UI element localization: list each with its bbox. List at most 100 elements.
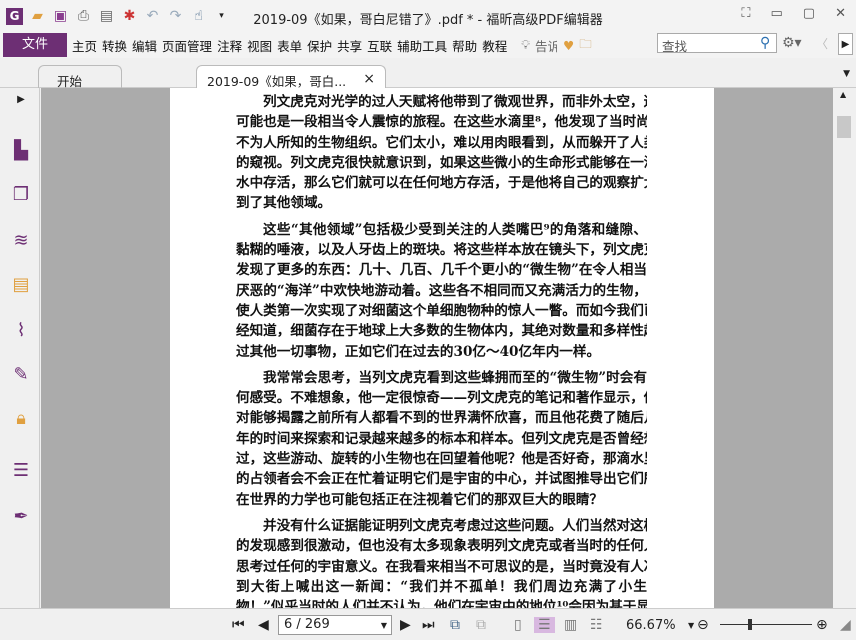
maximize-icon[interactable]: ▢ — [803, 6, 815, 21]
page-number: 6 / 269 — [284, 617, 330, 632]
layers-icon[interactable]: ≋ — [10, 230, 32, 252]
text-line: 的占领者会不会正在忙着证明它们是宇宙的中心，并试图推导出它们所 — [236, 471, 647, 488]
text-line: 不为人所知的生物组织。它们太小，难以用肉眼看到，从而躲开了人类 — [236, 134, 647, 151]
paragraph: 我常常会思考，当列文虎克看到这些蜂拥而至的“微生物”时会有何感受。不难想象，他一… — [236, 368, 647, 510]
menu-protect[interactable]: 保护 — [307, 36, 332, 55]
fullscreen-icon[interactable]: ⛶ — [741, 6, 750, 21]
text-line: 可能也是一段相当令人震惊的旅程。在这些水滴里⁸，他发现了当时尚 — [236, 114, 647, 131]
menu-convert[interactable]: 转换 — [102, 36, 127, 55]
text-line: 年的时间来探索和记录越来越多的标本和样本。但列文虎克是否曾经想 — [236, 430, 647, 447]
menu-view[interactable]: 视图 — [247, 36, 272, 55]
lightbulb-icon[interactable]: 💡︎ — [521, 37, 530, 53]
next-view-icon[interactable]: ⧉ — [476, 617, 486, 633]
zoom-in-icon[interactable]: ⊕ — [816, 617, 828, 633]
scroll-up-icon[interactable]: ▲ — [840, 90, 846, 99]
comments-icon[interactable]: ▤ — [10, 274, 32, 296]
file-menu[interactable]: 文件 — [3, 33, 67, 57]
next-page-icon[interactable]: ▶ — [400, 617, 411, 633]
text-line: 黏糊的唾液，以及人牙齿上的斑块。将这些样本放在镜头下，列文虎克 — [236, 242, 647, 259]
text-line: 水中存活，那么它们就可以在任何地方存活，于是他将自己的观察扩大 — [236, 175, 647, 192]
status-bar: ⏮ ◀ 6 / 269 ▼ ▶ ⏭ ⧉ ⧉ ▯ ☰ ▥ ☷ 66.67% ▼ ⊖ … — [0, 608, 856, 640]
zoom-slider-thumb[interactable] — [748, 619, 752, 630]
paragraph: 这些“其他领域”包括极少受到关注的人类嘴巴⁹的角落和缝隙、黏糊的唾液，以及人牙齿… — [236, 220, 647, 362]
page-dropdown-icon[interactable]: ▼ — [381, 621, 387, 630]
menu-home[interactable]: 主页 — [72, 36, 97, 55]
continuous-facing-icon[interactable]: ☷ — [590, 617, 603, 633]
menu-connect[interactable]: 互联 — [367, 36, 392, 55]
text-line: 并没有什么证据能证明列文虎克考虑过这些问题。人们当然对这样 — [263, 517, 647, 534]
tab-document[interactable]: 2019-09《如果，哥白... × — [196, 65, 386, 89]
text-line: 到了其他领域。 — [236, 195, 332, 212]
pdf-page: 列文虎克对光学的过人天赋将他带到了微观世界，而非外太空，这可能也是一段相当令人震… — [170, 88, 714, 608]
scroll-left-icon[interactable]: 〈 — [816, 35, 828, 52]
paragraph: 并没有什么证据能证明列文虎克考虑过这些问题。人们当然对这样的发现感到很激动，但也… — [236, 516, 647, 608]
zoom-slider[interactable] — [720, 619, 812, 630]
minimize-icon[interactable]: ▭ — [771, 6, 783, 21]
document-view[interactable]: 列文虎克对光学的过人天赋将他带到了微观世界，而非外太空，这可能也是一段相当令人震… — [41, 88, 833, 608]
tab-bar: 开始 2019-09《如果，哥白... × ▼ — [0, 60, 856, 89]
text-line: 厌恶的“海洋”中欢快地游动着。这些各不相同而又充满活力的生物， — [236, 282, 647, 299]
continuous-page-icon[interactable]: ☰ — [534, 617, 555, 633]
resize-grip-icon[interactable]: ◢ — [840, 617, 851, 633]
text-line: 发现了更多的东西：几十、几百、几千个更小的“微生物”在令人相当 — [236, 262, 647, 279]
text-line: 这些“其他领域”包括极少受到关注的人类嘴巴⁹的角落和缝隙、 — [263, 221, 647, 238]
vertical-scrollbar[interactable]: ▲ — [833, 88, 856, 608]
tab-close-icon[interactable]: × — [363, 71, 375, 87]
last-page-icon[interactable]: ⏭ — [422, 617, 435, 633]
menu-page-manage[interactable]: 页面管理 — [162, 36, 212, 55]
text-line: 在世界的力学也可能包括正在注视着它们的那双巨大的眼睛？ — [236, 491, 604, 508]
menu-form[interactable]: 表单 — [277, 36, 302, 55]
window-title: 2019-09《如果，哥白尼错了》.pdf * - 福昕高级PDF编辑器 — [253, 13, 603, 28]
title-bar: G ▰ ▣ ⎙ ▤ ✱ ↶ ↷ ☝ ▾ 2019-09《如果，哥白尼错了》.pd… — [0, 0, 856, 32]
scrollbar-thumb[interactable] — [837, 116, 851, 138]
tab-list-icon[interactable]: ▼ — [843, 69, 850, 79]
signature-icon[interactable]: ✎ — [10, 364, 32, 386]
paragraph: 列文虎克对光学的过人天赋将他带到了微观世界，而非外太空，这可能也是一段相当令人震… — [236, 92, 647, 214]
tab-label: 2019-09《如果，哥白... — [207, 74, 347, 89]
certify-icon[interactable]: ✒ — [10, 506, 32, 528]
menu-accessibility[interactable]: 辅助工具 — [397, 36, 447, 55]
attachments-icon[interactable]: ⌇ — [10, 320, 32, 342]
text-line: 过其他一切事物，正如它们在过去的30亿～40亿年内一样。 — [236, 343, 601, 360]
zoom-dropdown-icon[interactable]: ▼ — [688, 621, 694, 630]
text-line: 到大街上喊出这一新闻：“我们并不孤单！我们周边充满了小生 — [236, 578, 647, 595]
single-page-icon[interactable]: ▯ — [514, 617, 522, 633]
text-line: 列文虎克对光学的过人天赋将他带到了微观世界，而非外太空，这 — [263, 94, 647, 110]
tab-start[interactable]: 开始 — [38, 65, 122, 89]
fields-icon[interactable]: ☰ — [10, 460, 32, 482]
find-folder-icon[interactable]: 🗀︎ — [579, 35, 592, 56]
menu-edit[interactable]: 编辑 — [132, 36, 157, 55]
search-icon[interactable]: ⚲ — [760, 35, 770, 51]
page-icon[interactable]: ▙ — [10, 140, 32, 162]
settings-icon[interactable]: ⚙▾ — [782, 35, 802, 51]
scroll-right-icon[interactable]: ▶ — [838, 33, 853, 55]
menu-help[interactable]: 帮助 — [452, 36, 477, 55]
first-page-icon[interactable]: ⏮ — [232, 617, 245, 633]
navigation-panel: ▶ ▙ ❐ ≋ ▤ ⌇ ✎ 🔒︎ ☰ ✒ — [0, 88, 40, 608]
page-number-input[interactable]: 6 / 269 ▼ — [278, 615, 392, 635]
search-input[interactable]: 查找 — [657, 33, 777, 54]
zoom-out-icon[interactable]: ⊖ — [697, 617, 709, 633]
text-line: 的发现感到很激动，但也没有太多现象表明列文虎克或者当时的任何人 — [236, 538, 647, 555]
text-line: 过，这些游动、旋转的小生物也在回望着他呢？他是否好奇，那滴水里 — [236, 451, 647, 468]
expand-panel-icon[interactable]: ▶ — [10, 94, 32, 116]
text-line: 对能够揭露之前所有人都看不到的世界满怀欣喜，而且他花费了随后几 — [236, 410, 647, 427]
text-line: 经知道，细菌存在于地球上大多数的生物体内，其绝对数量和多样性超 — [236, 323, 647, 340]
security-lock-icon[interactable]: 🔒︎ — [10, 408, 32, 430]
facing-page-icon[interactable]: ▥ — [564, 617, 577, 633]
close-icon[interactable]: ✕ — [835, 6, 846, 21]
zoom-level[interactable]: 66.67% — [626, 618, 676, 633]
tab-label: 开始 — [57, 74, 83, 89]
menu-tutorial[interactable]: 教程 — [482, 36, 507, 55]
text-line: 的窥视。列文虎克很快就意识到，如果这些微小的生命形式能够在一滴 — [236, 154, 647, 171]
text-line: 我常常会思考，当列文虎克看到这些蜂拥而至的“微生物”时会有 — [263, 369, 647, 386]
menu-comment[interactable]: 注释 — [217, 36, 242, 55]
tell-me[interactable]: 告诉 — [535, 36, 557, 55]
text-line: 物！”似乎当时的人们并不认为，他们在宇宙中的地位¹⁰会因为甚于显 — [236, 599, 647, 608]
pages-thumbnails-icon[interactable]: ❐ — [10, 184, 32, 206]
text-line: 何感受。不难想象，他一定很惊奇——列文虎克的笔记和著作显示，他 — [236, 390, 647, 407]
heart-icon[interactable]: ♥ — [563, 38, 574, 53]
menu-share[interactable]: 共享 — [337, 36, 362, 55]
previous-page-icon[interactable]: ◀ — [258, 617, 269, 633]
previous-view-icon[interactable]: ⧉ — [450, 617, 460, 633]
